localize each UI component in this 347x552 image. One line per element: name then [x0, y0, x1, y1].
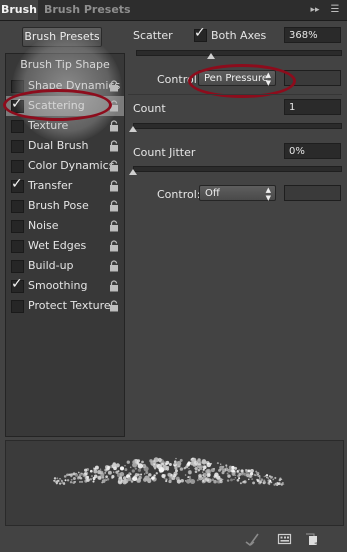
count-value-field[interactable]: 1: [284, 99, 341, 115]
option-transfer[interactable]: ✓ Transfer: [6, 176, 124, 196]
option-color-dynamics[interactable]: Color Dynamics: [6, 156, 124, 176]
dropdown-value: Pen Pressure: [204, 73, 269, 84]
lock-icon[interactable]: [109, 120, 119, 132]
brush-stroke-preview-graphic: [53, 457, 285, 486]
lock-icon[interactable]: [109, 160, 119, 172]
count-jitter-slider-thumb[interactable]: [129, 169, 137, 175]
scatter-control-dropdown[interactable]: Pen Pressure ▲ ▼: [198, 70, 276, 87]
checkmark-icon: ✓: [194, 25, 206, 41]
divider: [128, 94, 342, 95]
option-dual-brush[interactable]: Dual Brush: [6, 136, 124, 156]
count-jitter-control-label: Control:: [157, 188, 201, 201]
lock-icon[interactable]: [109, 200, 119, 212]
option-label: Noise: [28, 219, 59, 232]
tab-brush-presets[interactable]: Brush Presets: [44, 0, 131, 20]
count-jitter-control-extra-field: [284, 185, 341, 201]
brush-panel: Brush Brush Presets ▸▸ ☰ Brush Presets B…: [0, 0, 347, 552]
lock-icon[interactable]: [109, 100, 119, 112]
option-label: Color Dynamics: [28, 159, 115, 172]
both-axes-label: Both Axes: [211, 29, 267, 42]
option-label: Smoothing: [28, 279, 88, 292]
option-label: Build-up: [28, 259, 74, 272]
scatter-control-extra-field: [284, 70, 341, 86]
lock-icon[interactable]: [109, 180, 119, 192]
panel-menu-icon[interactable]: ☰: [327, 0, 343, 20]
scatter-label: Scatter: [133, 29, 173, 42]
brush-tip-shape-item[interactable]: Brush Tip Shape: [6, 54, 124, 76]
option-build-up[interactable]: Build-up: [6, 256, 124, 276]
option-shape-dynamics[interactable]: Shape Dynamics: [6, 76, 124, 96]
option-brush-pose[interactable]: Brush Pose: [6, 196, 124, 216]
option-label: Wet Edges: [28, 239, 87, 252]
option-label: Brush Pose: [28, 199, 89, 212]
smoothing-checkbox[interactable]: ✓: [11, 276, 24, 293]
transfer-checkbox[interactable]: ✓: [11, 176, 24, 193]
scatter-value-field[interactable]: 368%: [284, 27, 341, 43]
dual-brush-checkbox[interactable]: [11, 140, 24, 153]
updown-arrow-icon: ▲ ▼: [265, 71, 271, 87]
tab-bar: Brush Brush Presets ▸▸ ☰: [0, 0, 347, 21]
checkmark-icon: ✓: [11, 96, 23, 112]
texture-checkbox[interactable]: [11, 120, 24, 133]
toggle-live-tip-preview-icon[interactable]: [244, 531, 260, 547]
option-label: Protect Texture: [28, 299, 111, 312]
create-new-brush-icon[interactable]: [277, 531, 293, 547]
lock-icon[interactable]: [109, 140, 119, 152]
wet-edges-checkbox[interactable]: [11, 240, 24, 253]
option-label: Scattering: [28, 99, 85, 112]
count-jitter-control-dropdown[interactable]: Off ▲ ▼: [199, 185, 276, 202]
noise-checkbox[interactable]: [11, 220, 24, 233]
lock-icon[interactable]: [109, 240, 119, 252]
option-protect-texture[interactable]: Protect Texture: [6, 296, 124, 316]
lock-icon[interactable]: [109, 300, 119, 312]
brush-options-list: Brush Tip Shape Shape Dynamics ✓ Scatter…: [5, 53, 125, 437]
scattering-checkbox[interactable]: ✓: [11, 96, 24, 113]
lock-icon[interactable]: [109, 80, 119, 92]
checkmark-icon: ✓: [11, 276, 23, 292]
brush-stroke-preview: [5, 440, 344, 526]
option-label: Dual Brush: [28, 139, 89, 152]
checkmark-icon: ✓: [11, 176, 23, 192]
count-slider-thumb[interactable]: [129, 126, 137, 132]
count-slider-track[interactable]: [133, 123, 342, 129]
lock-icon[interactable]: [109, 220, 119, 232]
option-label: Shape Dynamics: [28, 79, 121, 92]
count-jitter-label: Count Jitter: [133, 146, 196, 159]
option-smoothing[interactable]: ✓ Smoothing: [6, 276, 124, 296]
scatter-slider-thumb[interactable]: [207, 53, 216, 59]
option-texture[interactable]: Texture: [6, 116, 124, 136]
shape-dynamics-checkbox[interactable]: [11, 80, 24, 93]
scatter-slider-track[interactable]: [136, 50, 342, 56]
bottom-toolbar: [0, 528, 347, 552]
count-jitter-slider-track[interactable]: [133, 166, 342, 172]
dropdown-value: Off: [205, 188, 220, 199]
tab-brush[interactable]: Brush: [0, 0, 38, 20]
double-chevron-right-icon[interactable]: ▸▸: [307, 0, 323, 20]
option-wet-edges[interactable]: Wet Edges: [6, 236, 124, 256]
brush-pose-checkbox[interactable]: [11, 200, 24, 213]
updown-arrow-icon: ▲ ▼: [265, 186, 271, 202]
option-noise[interactable]: Noise: [6, 216, 124, 236]
lock-icon[interactable]: [109, 260, 119, 272]
scatter-control-label: Control:: [157, 73, 201, 86]
count-jitter-value-field[interactable]: 0%: [284, 143, 341, 159]
both-axes-checkbox[interactable]: ✓: [194, 25, 207, 42]
color-dynamics-checkbox[interactable]: [11, 160, 24, 173]
build-up-checkbox[interactable]: [11, 260, 24, 273]
protect-texture-checkbox[interactable]: [11, 300, 24, 313]
brush-presets-button[interactable]: Brush Presets: [22, 27, 102, 47]
new-preset-icon[interactable]: [305, 531, 321, 547]
option-label: Transfer: [28, 179, 73, 192]
option-scattering[interactable]: ✓ Scattering: [6, 96, 124, 116]
option-label: Texture: [28, 119, 69, 132]
count-label: Count: [133, 102, 166, 115]
lock-icon[interactable]: [109, 280, 119, 292]
